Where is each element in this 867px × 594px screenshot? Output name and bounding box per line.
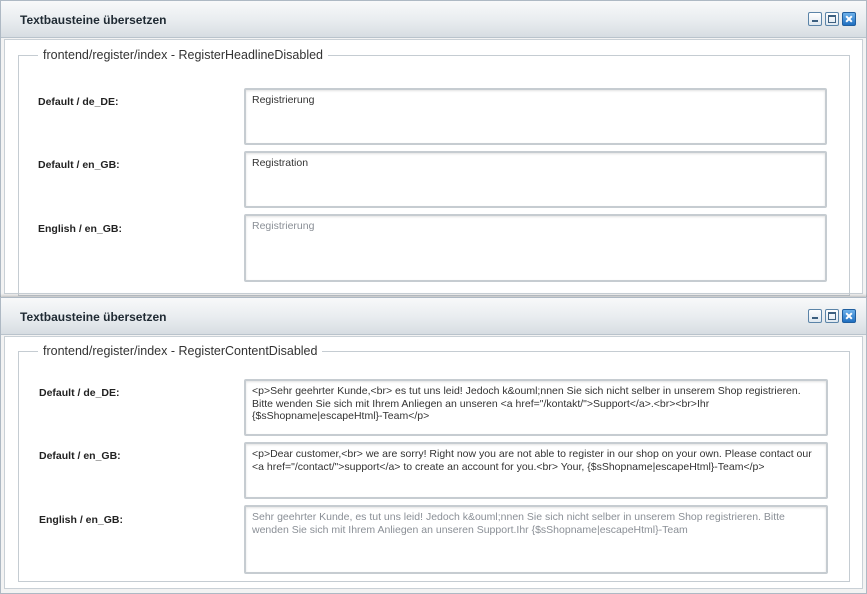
maximize-icon[interactable] [825, 309, 839, 323]
minimize-icon[interactable] [808, 309, 822, 323]
fieldset-legend: frontend/register/index - RegisterHeadli… [43, 48, 324, 62]
translation-field-default-en[interactable]: <p>Dear customer,<br> we are sorry! Righ… [244, 442, 828, 499]
field-label: English / en_GB: [38, 223, 123, 235]
translate-window-headline: Textbausteine übersetzen frontend/regist… [0, 0, 867, 299]
translation-field-english-en[interactable]: Sehr geehrter Kunde, es tut uns leid! Je… [244, 505, 828, 574]
translate-window-content: Textbausteine übersetzen frontend/regist… [0, 297, 867, 594]
window-content: frontend/register/index - RegisterHeadli… [4, 39, 863, 296]
window-controls [808, 309, 856, 323]
translation-field-default-de[interactable]: <p>Sehr geehrter Kunde,<br> es tut uns l… [244, 379, 828, 436]
window-titlebar[interactable]: Textbausteine übersetzen [1, 1, 866, 38]
maximize-icon[interactable] [825, 12, 839, 26]
translation-field-english-en[interactable]: Registrierung [244, 214, 827, 282]
window-title: Textbausteine übersetzen [20, 13, 167, 27]
window-controls [808, 12, 856, 26]
window-titlebar[interactable]: Textbausteine übersetzen [1, 298, 866, 335]
translation-field-default-de[interactable]: Registrierung [244, 88, 827, 145]
close-icon[interactable] [842, 12, 856, 26]
field-label: English / en_GB: [39, 514, 124, 526]
close-icon[interactable] [842, 309, 856, 323]
field-label: Default / en_GB: [39, 450, 121, 462]
window-title: Textbausteine übersetzen [20, 310, 167, 324]
field-label: Default / de_DE: [39, 387, 120, 399]
translation-fieldset: frontend/register/index - RegisterConten… [18, 344, 850, 582]
field-label: Default / de_DE: [38, 96, 119, 108]
minimize-icon[interactable] [808, 12, 822, 26]
translation-fieldset: frontend/register/index - RegisterHeadli… [18, 48, 850, 296]
field-label: Default / en_GB: [38, 159, 120, 171]
translation-field-default-en[interactable]: Registration [244, 151, 827, 208]
window-content: frontend/register/index - RegisterConten… [4, 336, 863, 589]
fieldset-legend: frontend/register/index - RegisterConten… [43, 344, 318, 358]
